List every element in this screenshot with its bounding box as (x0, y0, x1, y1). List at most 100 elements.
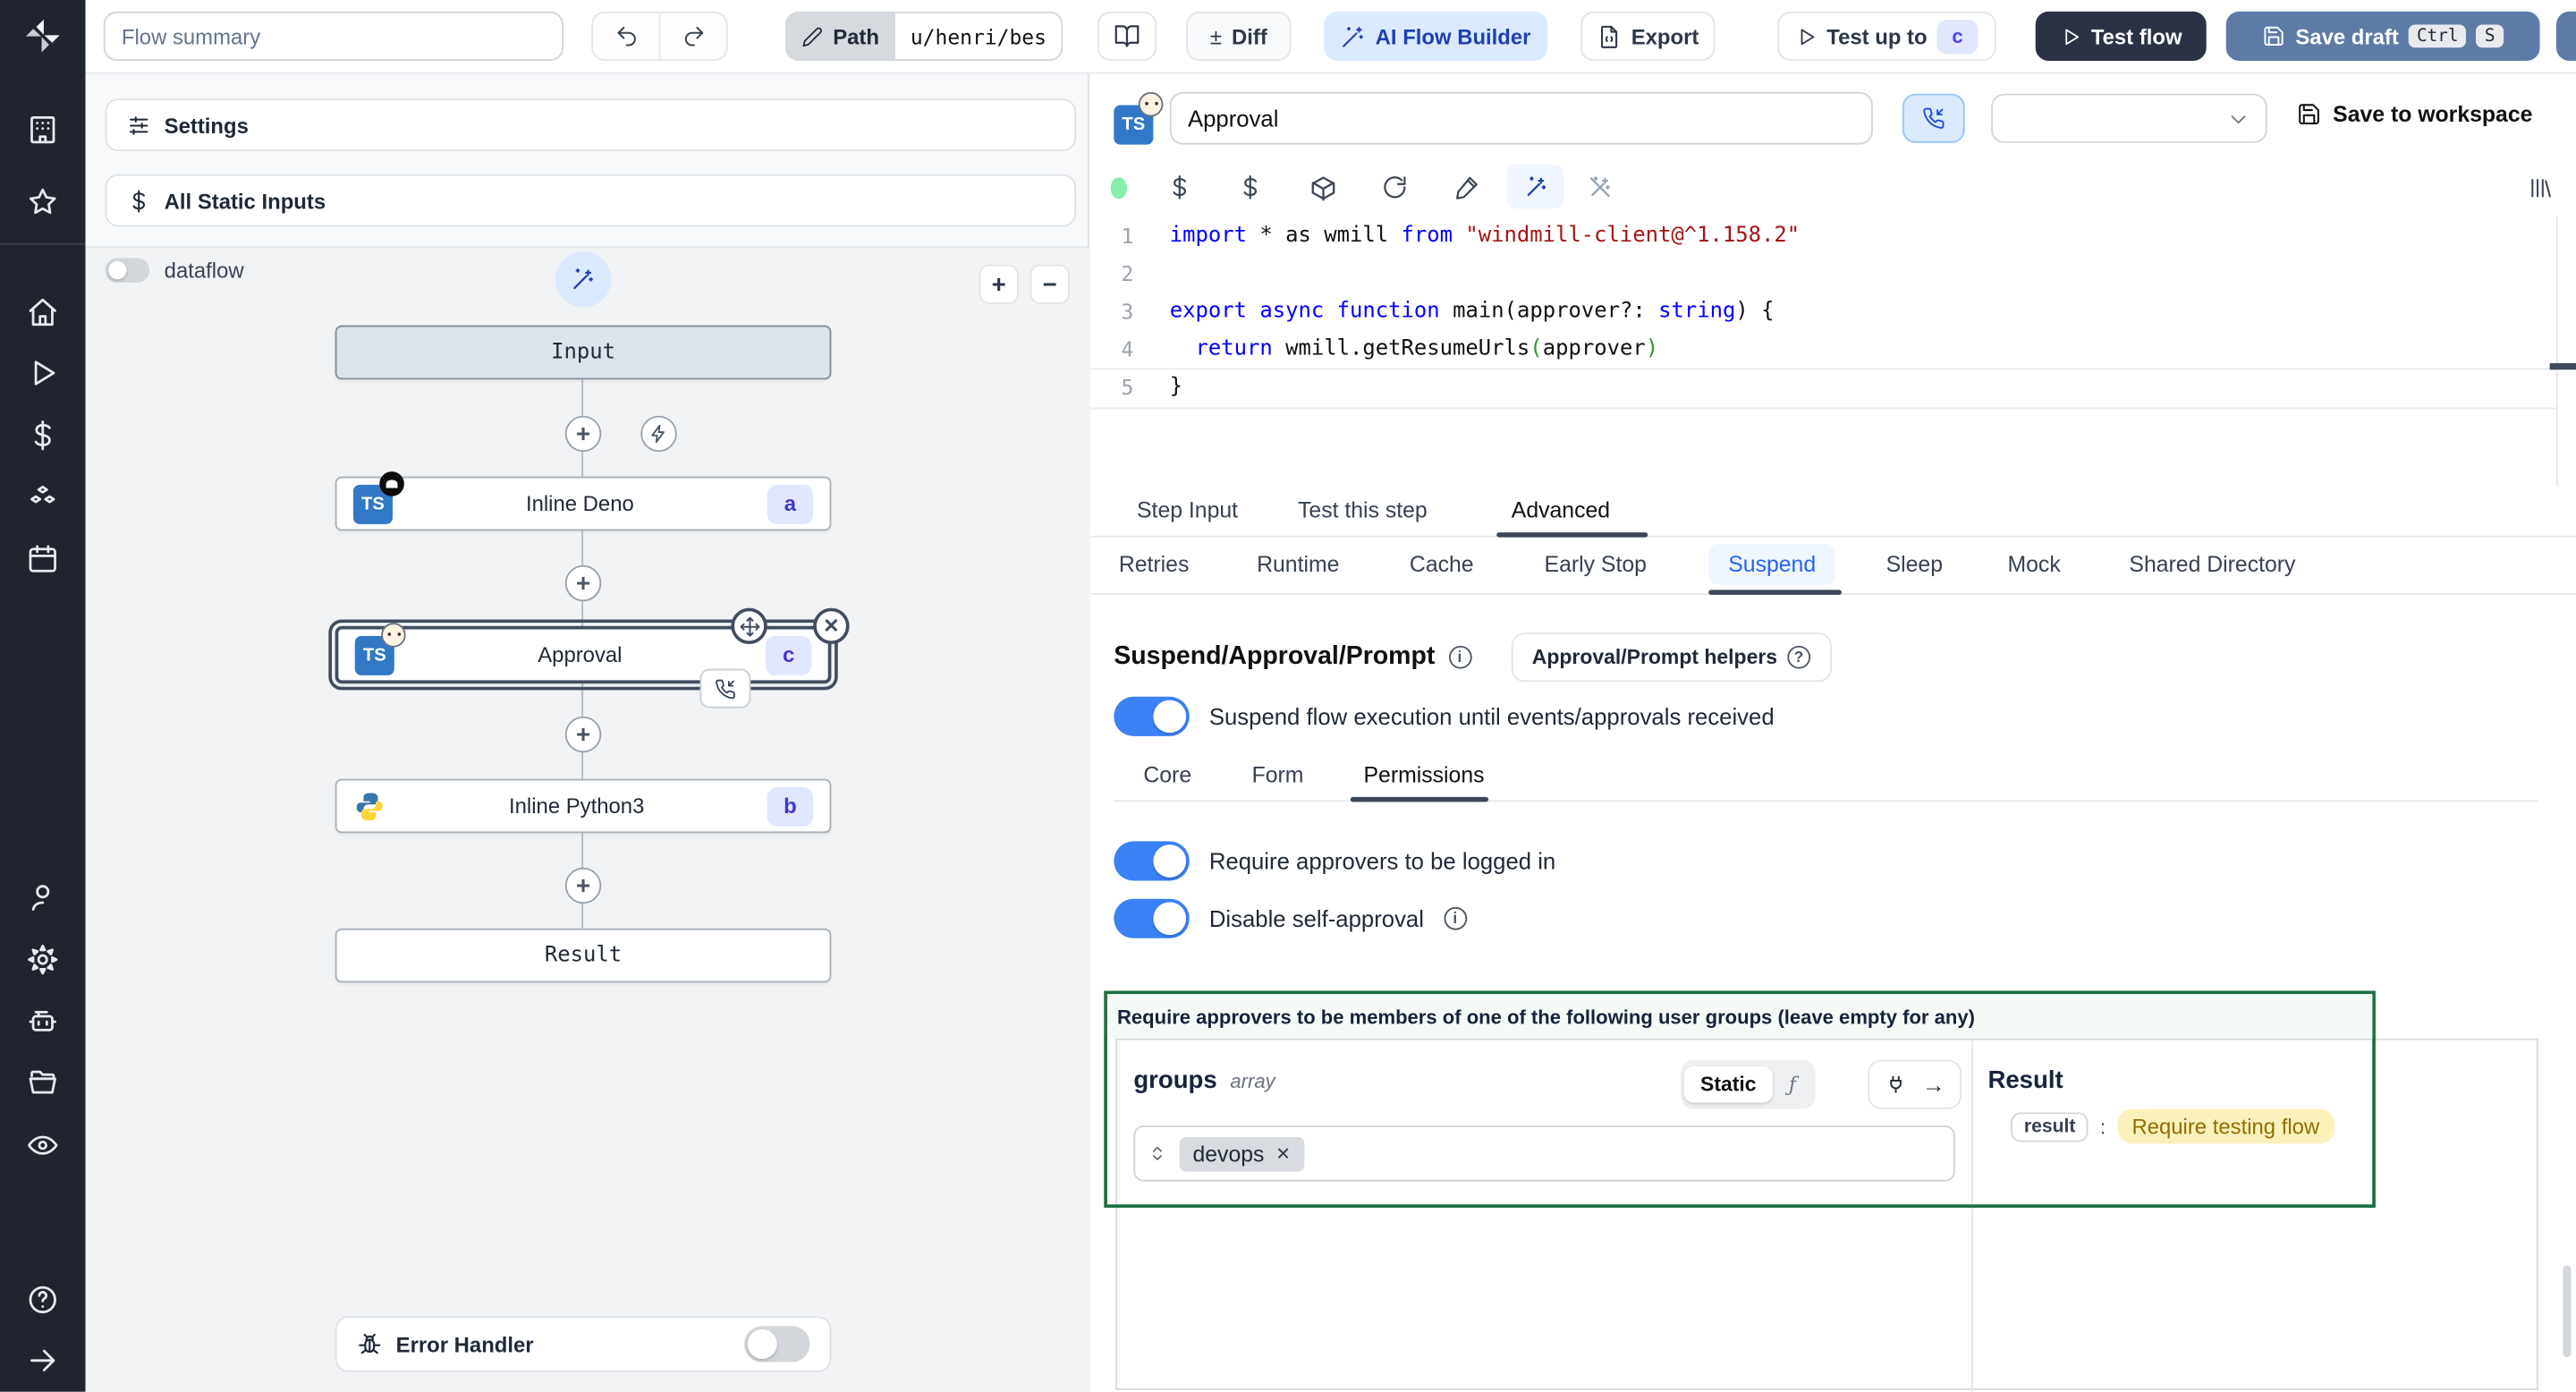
zoom-out-button[interactable]: − (1030, 264, 1070, 304)
suspend-title: Suspend/Approval/Prompt (1114, 642, 1436, 671)
collapse-arrow-icon[interactable] (0, 1330, 86, 1392)
ai-graph-wand-button[interactable] (555, 251, 612, 308)
tab-step-input[interactable]: Step Input (1137, 498, 1238, 523)
ai-flow-builder-button[interactable]: AI Flow Builder (1324, 11, 1548, 61)
folders-icon[interactable] (0, 1052, 86, 1114)
flow-settings-row[interactable]: Settings (105, 98, 1077, 151)
suspend-phone-button[interactable] (1902, 93, 1965, 143)
node-label: Approval (538, 642, 623, 667)
tab-early-stop[interactable]: Early Stop (1545, 552, 1647, 577)
resources-dollar-button[interactable] (1231, 167, 1270, 207)
path-label: Path (833, 23, 879, 49)
book-icon (1114, 25, 1140, 47)
settings-gear-icon[interactable] (0, 929, 86, 990)
connect-input-buttons[interactable]: → (1868, 1059, 1962, 1109)
remove-tag-icon[interactable]: ✕ (1275, 1142, 1291, 1164)
tab-mock[interactable]: Mock (2007, 552, 2060, 577)
tab-cache[interactable]: Cache (1410, 552, 1474, 577)
disable-self-approval-toggle[interactable] (1114, 898, 1190, 938)
lightning-icon (651, 424, 665, 443)
test-flow-label: Test flow (2090, 23, 2182, 49)
flow-node-input[interactable]: Input (335, 325, 832, 380)
error-handler-row[interactable]: Error Handler (335, 1316, 832, 1372)
move-step-button[interactable] (731, 607, 767, 644)
static-mode-button[interactable]: Static (1683, 1066, 1773, 1103)
tab-shared-directory[interactable]: Shared Directory (2129, 552, 2295, 577)
schedules-calendar-icon[interactable] (0, 529, 86, 590)
error-handler-toggle[interactable] (744, 1326, 810, 1362)
diff-button[interactable]: ± Diff (1186, 11, 1292, 61)
flow-summary-input[interactable]: Flow summary (103, 11, 564, 61)
flow-node-inline-python3[interactable]: Inline Python3 b (335, 778, 832, 834)
variables-dollar-button[interactable] (1160, 167, 1199, 207)
help-icon[interactable] (0, 1268, 86, 1329)
flow-settings-label: Settings (164, 112, 249, 138)
all-static-inputs-row[interactable]: All Static Inputs (105, 174, 1077, 227)
tag-select-dropdown[interactable] (1991, 93, 2267, 143)
deploy-button-partial[interactable] (2555, 11, 2576, 61)
info-icon[interactable]: i (1448, 645, 1471, 669)
package-button[interactable] (1303, 167, 1343, 207)
path-edit-button[interactable]: Path (784, 11, 896, 61)
subtab-form[interactable]: Form (1252, 762, 1304, 787)
add-trigger-button[interactable] (640, 415, 677, 453)
left-sidebar (0, 0, 86, 1392)
user-icon[interactable] (0, 867, 86, 929)
insert-step-button[interactable]: + (564, 716, 602, 753)
result-key-badge[interactable]: result (2011, 1111, 2089, 1142)
workspace-building-icon[interactable] (0, 99, 86, 161)
test-up-to-button[interactable]: Test up to c (1777, 11, 1996, 61)
workers-robot-icon[interactable] (0, 990, 86, 1052)
insert-step-button[interactable]: + (564, 867, 602, 904)
format-brush-button[interactable] (1447, 167, 1487, 207)
redo-button[interactable] (660, 13, 725, 59)
save-draft-button[interactable]: Save draft Ctrl S (2225, 11, 2540, 61)
tab-test-this-step[interactable]: Test this step (1298, 498, 1428, 523)
panel-resize-handle[interactable] (2549, 362, 2576, 370)
dataflow-toggle[interactable] (105, 258, 150, 283)
library-panel-icon[interactable] (2521, 167, 2560, 207)
resources-cubes-icon[interactable] (0, 467, 86, 529)
step-title-input[interactable]: Approval (1169, 91, 1873, 145)
flow-node-inline-deno[interactable]: TS Inline Deno a (335, 471, 832, 531)
audit-eye-icon[interactable] (0, 1114, 86, 1176)
save-to-workspace-button[interactable]: Save to workspace (2297, 102, 2532, 126)
ai-disabled-wand-icon[interactable] (1580, 167, 1620, 207)
reload-button[interactable] (1375, 167, 1414, 207)
path-input[interactable]: u/henri/bes (895, 11, 1063, 61)
zoom-in-button[interactable]: + (979, 264, 1019, 304)
test-up-to-step-badge: c (1936, 19, 1979, 54)
groups-array-input[interactable]: devops ✕ (1133, 1125, 1955, 1182)
suspend-flow-toggle[interactable] (1114, 696, 1190, 736)
windmill-logo-icon[interactable] (0, 0, 86, 73)
require-logged-in-toggle[interactable] (1114, 841, 1190, 881)
ai-assistant-wand-button[interactable] (1506, 164, 1564, 209)
scrollbar-thumb[interactable] (2563, 1265, 2572, 1358)
docs-button[interactable] (1097, 11, 1157, 61)
tab-suspend-active[interactable]: Suspend (1708, 543, 1836, 585)
tab-advanced-active[interactable]: Advanced (1512, 498, 1610, 523)
approval-prompt-helpers-button[interactable]: Approval/Prompt helpers ? (1510, 632, 1832, 683)
home-icon[interactable] (0, 281, 86, 343)
subtab-permissions-active[interactable]: Permissions (1363, 762, 1484, 787)
subtab-core[interactable]: Core (1143, 762, 1191, 787)
tab-retries[interactable]: Retries (1119, 552, 1190, 577)
test-flow-button[interactable]: Test flow (2035, 11, 2207, 61)
undo-button[interactable] (593, 13, 661, 60)
magic-wand-icon (573, 268, 593, 290)
insert-step-button[interactable]: + (564, 564, 602, 602)
tab-runtime[interactable]: Runtime (1257, 552, 1339, 577)
runs-play-icon[interactable] (0, 343, 86, 404)
export-button[interactable]: Export (1580, 11, 1716, 61)
editor-rule (1090, 368, 2556, 370)
flow-node-result[interactable]: Result (335, 928, 832, 983)
insert-step-button[interactable]: + (564, 415, 602, 453)
variables-dollar-icon[interactable] (0, 404, 86, 466)
tab-sleep[interactable]: Sleep (1886, 552, 1943, 577)
fx-mode-button[interactable]: ƒ (1773, 1073, 1812, 1096)
step-id-badge: a (767, 483, 814, 523)
code-editor[interactable]: 1 import * as wmill from "windmill-client… (1091, 216, 2556, 405)
delete-step-button[interactable]: ✕ (813, 607, 850, 644)
info-icon[interactable]: i (1443, 906, 1467, 930)
favorites-star-icon[interactable] (0, 172, 86, 233)
